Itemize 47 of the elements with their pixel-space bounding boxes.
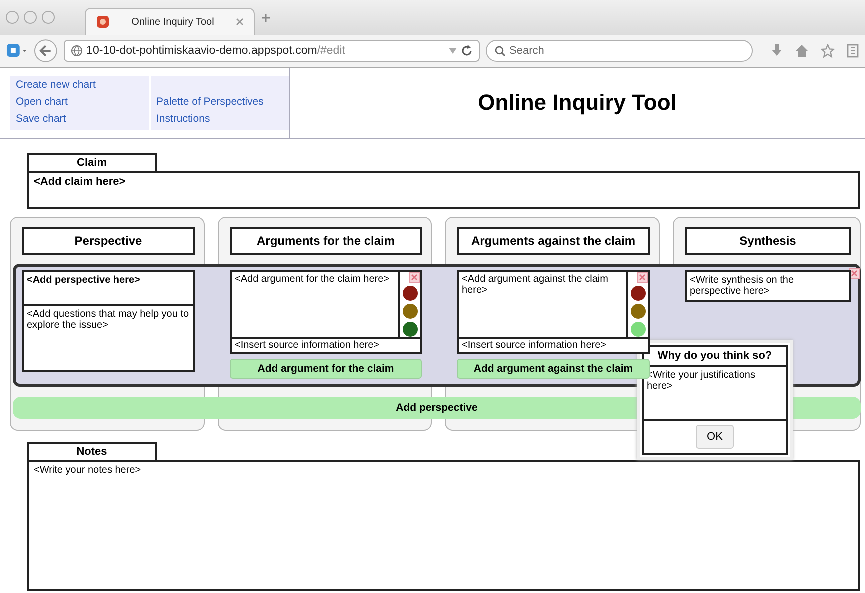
notes-field[interactable]: <Write your notes here> <box>27 460 860 591</box>
extension-icon[interactable] <box>6 43 28 59</box>
questions-field[interactable]: <Add questions that may help you to explore the issue> <box>24 306 193 370</box>
page-title: Online Inquiry Tool <box>477 89 678 117</box>
signal-dot[interactable] <box>402 322 418 337</box>
bookmarks-icon[interactable] <box>847 44 860 58</box>
search-icon <box>494 46 506 56</box>
window-minimize-button[interactable] <box>24 11 37 24</box>
address-bar[interactable]: 10-10-dot-pohtimiskaavio-demo.appspot.com/#edit <box>64 40 480 62</box>
argument-field[interactable]: <Add argument for the claim here> <box>232 272 398 337</box>
signal-dot[interactable] <box>402 304 418 319</box>
search-field[interactable]: Search <box>486 40 754 62</box>
window-zoom-button[interactable] <box>42 11 55 24</box>
home-icon[interactable] <box>795 44 810 58</box>
dropdown-icon[interactable] <box>448 48 457 54</box>
menu-link[interactable]: Save chart <box>16 111 142 128</box>
menu-link[interactable]: Create new chart <box>16 77 142 94</box>
argument-field[interactable]: <Add argument against the claim here> <box>459 272 626 337</box>
column-heading: Arguments against the claim <box>457 226 650 254</box>
claim-field[interactable]: <Add claim here> <box>27 171 860 209</box>
menu-link[interactable]: Open chart <box>16 94 142 111</box>
star-icon[interactable] <box>821 44 836 58</box>
signal-dot[interactable] <box>630 304 646 319</box>
signal-dot[interactable] <box>402 286 418 301</box>
download-icon[interactable] <box>771 44 784 58</box>
column-heading: Perspective <box>22 226 195 254</box>
column-heading: Synthesis <box>685 226 851 254</box>
app-icon <box>96 15 110 29</box>
signal-dot[interactable] <box>630 322 646 337</box>
menu-link[interactable]: Instructions <box>156 111 283 128</box>
synthesis-field[interactable]: <Write synthesis on the perspective here> <box>685 270 851 302</box>
add-argument-button[interactable]: Add argument for the claim <box>230 359 422 379</box>
window-close-button[interactable] <box>6 11 19 24</box>
reload-icon[interactable] <box>460 45 473 57</box>
column-heading: Arguments for the claim <box>230 226 422 254</box>
menu-link[interactable]: Palette of Perspectives <box>156 94 283 111</box>
globe-icon <box>70 45 83 57</box>
notes-label: Notes <box>27 442 157 460</box>
back-icon[interactable] <box>34 39 58 63</box>
signal-dot[interactable] <box>630 286 646 301</box>
ok-button[interactable]: OK <box>696 425 734 449</box>
source-field[interactable]: <Insert source information here> <box>232 339 420 352</box>
perspective-title-field[interactable]: <Add perspective here> <box>24 272 193 306</box>
browser-tab[interactable]: Online Inquiry Tool <box>85 8 255 35</box>
plus-icon[interactable] <box>261 12 271 22</box>
add-argument-button[interactable]: Add argument against the claim <box>457 359 650 379</box>
claim-label: Claim <box>27 153 157 171</box>
